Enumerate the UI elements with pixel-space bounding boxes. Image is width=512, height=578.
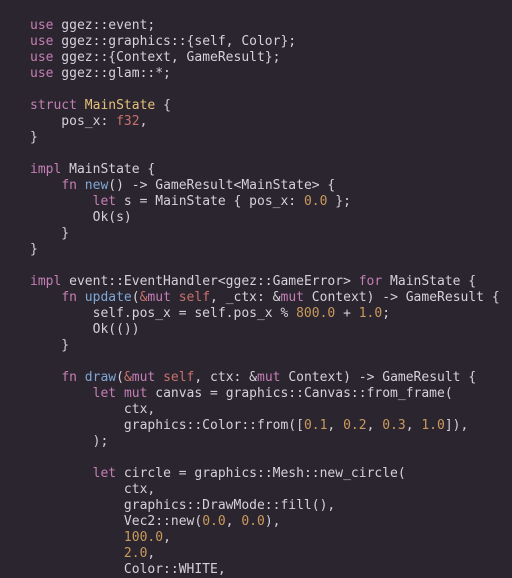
fn-draw: draw [85, 370, 116, 385]
kw-use: use [30, 66, 53, 81]
type-mainstate: MainState [85, 98, 155, 113]
kw-use: use [30, 50, 53, 65]
kw-let: let [93, 466, 116, 481]
code-editor: use ggez::event; use ggez::graphics::{se… [0, 0, 512, 578]
num: 2.0 [124, 546, 147, 561]
kw-let: let [93, 386, 116, 401]
self-ref: &mut self [124, 370, 194, 385]
kw-for: for [359, 274, 382, 289]
kw-fn: fn [61, 178, 77, 193]
num: 100.0 [124, 530, 163, 545]
fn-new: new [85, 178, 108, 193]
kw-impl: impl [30, 274, 61, 289]
type-f32: f32 [116, 114, 139, 129]
kw-mut: mut [124, 386, 147, 401]
num: 0.0 [304, 194, 327, 209]
kw-fn: fn [61, 290, 77, 305]
kw-struct: struct [30, 98, 77, 113]
num: 1.0 [359, 306, 382, 321]
kw-use: use [30, 18, 53, 33]
kw-impl: impl [30, 162, 61, 177]
fn-update: update [85, 290, 132, 305]
num: 800.0 [296, 306, 335, 321]
kw-fn: fn [61, 370, 77, 385]
self-ref: &mut self [140, 290, 210, 305]
kw-use: use [30, 34, 53, 49]
kw-let: let [93, 194, 116, 209]
